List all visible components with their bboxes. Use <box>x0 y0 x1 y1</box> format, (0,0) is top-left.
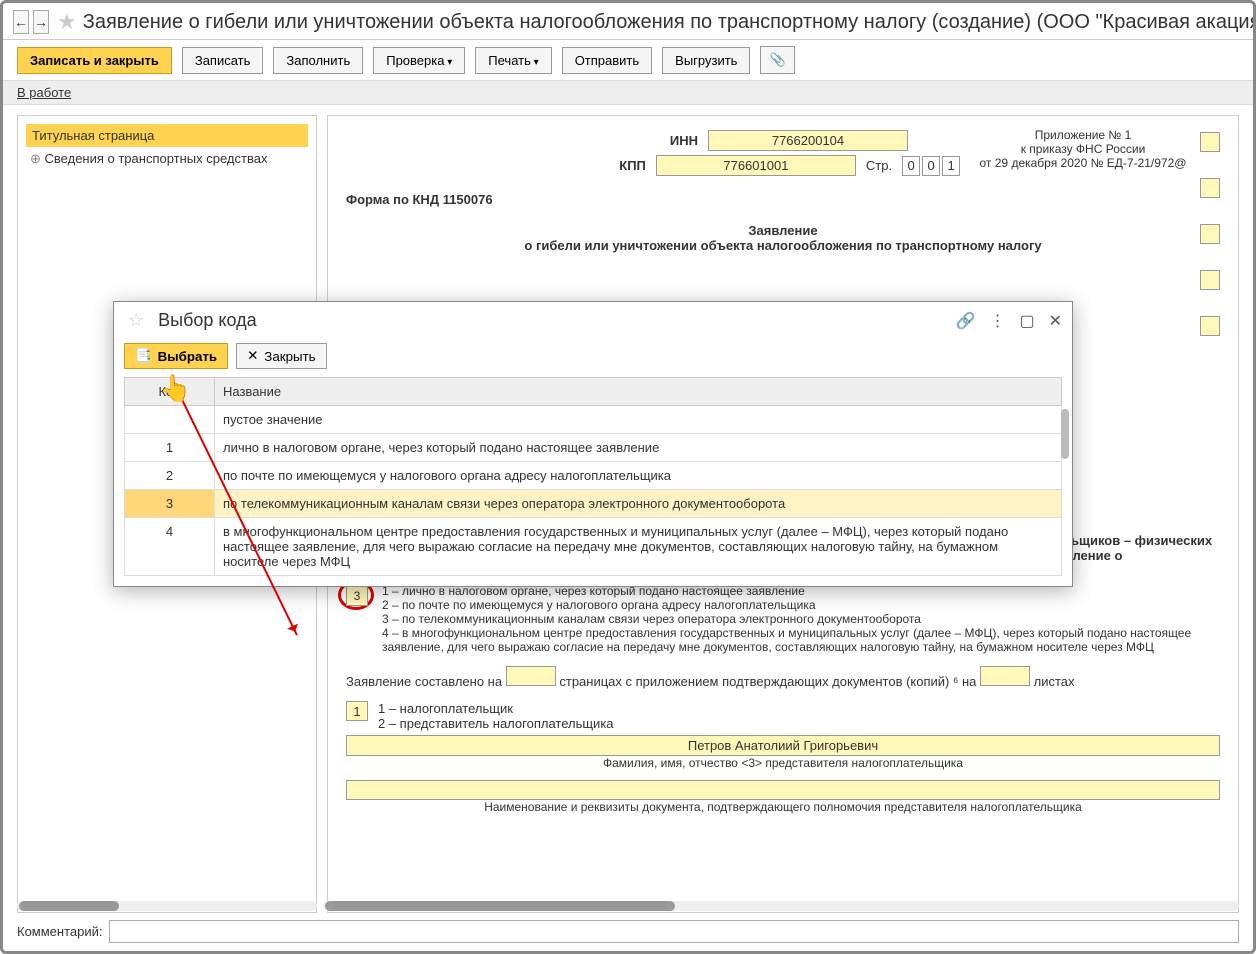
status-link[interactable]: В работе <box>17 85 71 100</box>
save-button[interactable]: Записать <box>182 47 264 74</box>
who-field[interactable]: 1 <box>346 701 368 721</box>
fio-caption: Фамилия, имя, отчество <3> представителя… <box>346 756 1220 770</box>
inn-label: ИНН <box>658 133 698 148</box>
send-button[interactable]: Отправить <box>562 47 652 74</box>
table-row[interactable]: 2по почте по имеющемуся у налогового орг… <box>125 462 1062 490</box>
export-button[interactable]: Выгрузить <box>662 47 750 74</box>
sheets-count-field[interactable] <box>980 666 1030 686</box>
fio-field[interactable]: Петров Анатолиий Григорьевич <box>346 735 1220 756</box>
modal-select-button[interactable]: 📑Выбрать <box>124 343 228 369</box>
save-close-button[interactable]: Записать и закрыть <box>17 47 172 74</box>
auth-doc-field[interactable] <box>346 780 1220 800</box>
table-row[interactable]: 1лично в налоговом органе, через который… <box>125 434 1062 462</box>
comment-input[interactable] <box>109 920 1240 943</box>
comment-label: Комментарий: <box>17 924 103 939</box>
favorite-star-icon[interactable]: ★ <box>57 9 77 35</box>
nav-forward-button[interactable]: → <box>33 10 49 34</box>
auth-doc-caption: Наименование и реквизиты документа, подт… <box>346 800 1220 814</box>
table-row[interactable]: пустое значение <box>125 406 1062 434</box>
modal-close-button[interactable]: ✕Закрыть <box>236 343 327 369</box>
page-title: Заявление о гибели или уничтожении объек… <box>83 11 1256 34</box>
sidebar-item-vehicles[interactable]: Сведения о транспортных средствах <box>26 147 308 171</box>
page-label: Стр. <box>866 158 892 173</box>
inform-method-field[interactable]: 3 <box>346 586 368 606</box>
modal-title: Выбор кода <box>158 310 947 331</box>
modal-star-icon[interactable]: ☆ <box>128 310 144 331</box>
maximize-icon[interactable]: ▢ <box>1019 311 1034 331</box>
code-select-modal: ☆ Выбор кода 🔗 ⋮ ▢ ✕ 📑Выбрать ✕Закрыть К… <box>113 301 1073 587</box>
horizontal-scroll <box>17 901 1239 911</box>
form-code: Форма по КНД 1150076 <box>346 192 1220 207</box>
print-button[interactable]: Печать <box>475 47 551 74</box>
nav-back-button[interactable]: ← <box>13 10 29 34</box>
modal-scrollbar[interactable] <box>1061 409 1069 459</box>
col-code: Код <box>125 378 215 406</box>
link-icon[interactable]: 🔗 <box>956 311 976 331</box>
check-button[interactable]: Проверка <box>373 47 465 74</box>
table-row-selected[interactable]: 3по телекоммуникационным каналам связи ч… <box>125 490 1062 518</box>
more-icon[interactable]: ⋮ <box>989 311 1005 331</box>
inn-field[interactable]: 7766200104 <box>708 130 908 151</box>
doc-title: Заявление о гибели или уничтожении объек… <box>346 223 1220 253</box>
code-table[interactable]: Код Название пустое значение 1лично в на… <box>124 377 1062 576</box>
page-number: 001 <box>902 156 960 176</box>
kpp-field[interactable]: 776601001 <box>656 155 856 176</box>
who-legend: 1 – налогоплательщик 2 – представитель н… <box>378 701 614 731</box>
pages-count-field[interactable] <box>506 666 556 686</box>
col-name: Название <box>215 378 1062 406</box>
kpp-label: КПП <box>606 158 646 173</box>
attach-row: Заявление составлено на страницах с прил… <box>346 666 1220 689</box>
fill-button[interactable]: Заполнить <box>273 47 363 74</box>
close-icon[interactable]: ✕ <box>1049 311 1062 331</box>
sidebar-item-title-page[interactable]: Титульная страница <box>26 124 308 147</box>
section5-options: 3 1 – лично в налоговом органе, через ко… <box>382 584 1220 654</box>
attach-button[interactable]: 📎 <box>760 46 794 74</box>
